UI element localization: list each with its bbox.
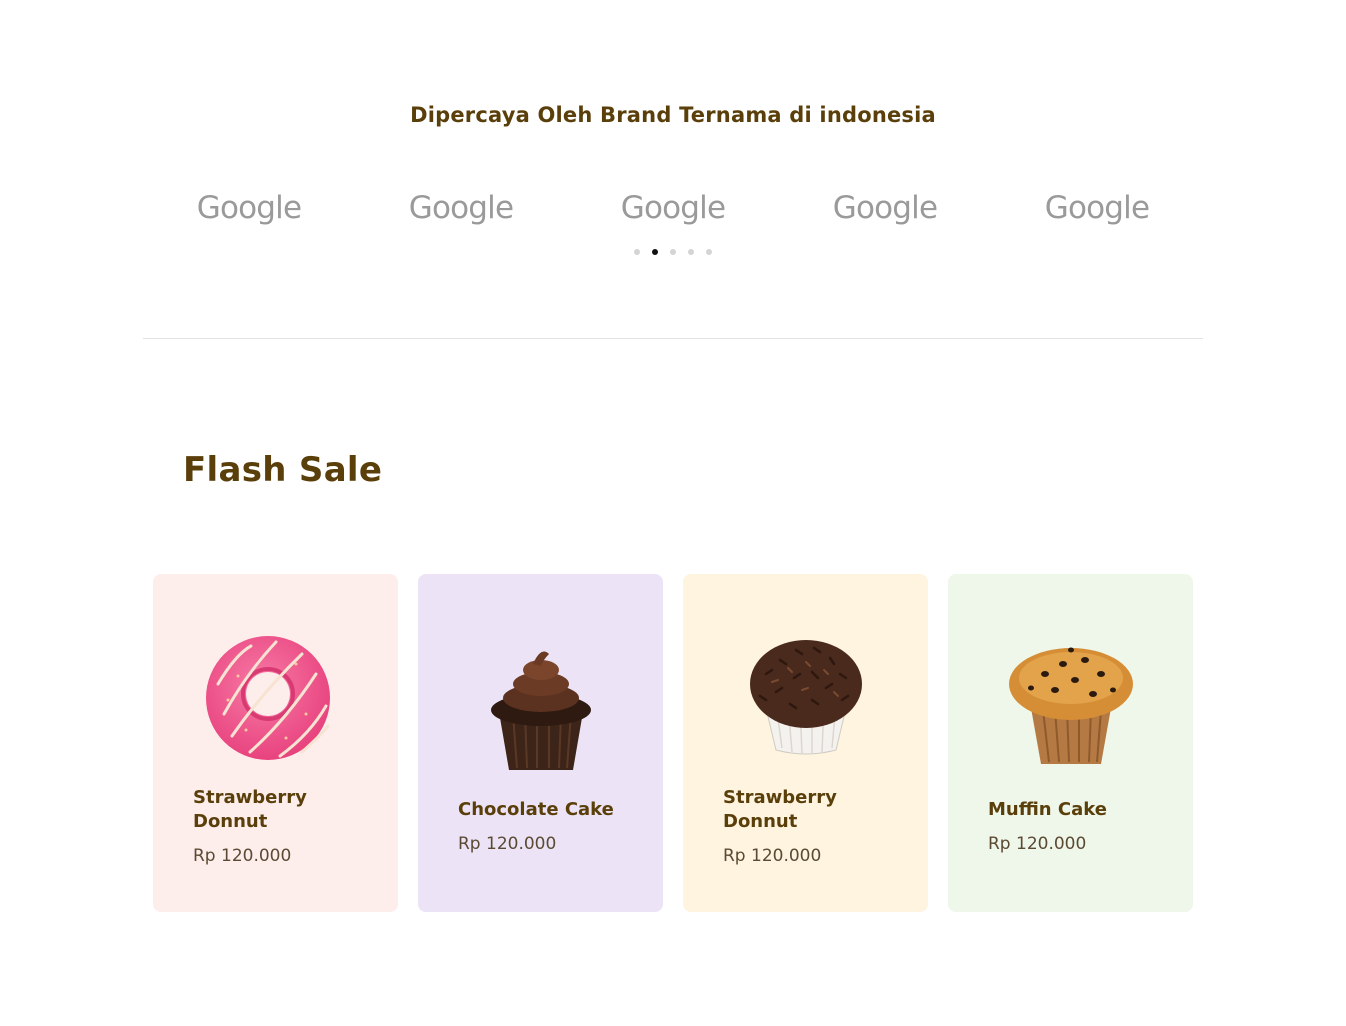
google-logo: Google [832,190,938,226]
chocolate-sprinkle-cake-image [749,640,862,755]
product-list: Strawberry Donnut Rp 120.000 Chocolate C… [153,574,1193,912]
product-name: Strawberry Donnut [723,787,837,832]
google-logo: Google [408,190,514,226]
product-card[interactable]: Chocolate Cake Rp 120.000 [418,574,663,912]
brand-logo-carousel: Google Google Google Google Google [143,186,1203,230]
product-price: Rp 120.000 [458,834,557,854]
carousel-pagination [0,249,1346,255]
product-card[interactable]: Strawberry Donnut Rp 120.000 [683,574,928,912]
product-name: Muffin Cake [988,799,1107,820]
google-logo: Google [196,190,302,226]
google-logo: Google [620,190,726,226]
product-price: Rp 120.000 [723,846,822,866]
google-logo: Google [1044,190,1150,226]
product-price: Rp 120.000 [988,834,1087,854]
pink-donut-image [205,636,330,760]
chocolate-cupcake-image [490,651,591,770]
product-price: Rp 120.000 [193,846,292,866]
muffin-image [1008,647,1133,764]
flash-sale-title: Flash Sale [183,450,383,490]
section-divider [143,338,1203,339]
carousel-dot[interactable] [634,249,640,255]
product-card[interactable]: Muffin Cake Rp 120.000 [948,574,1193,912]
carousel-dot[interactable] [688,249,694,255]
product-card[interactable]: Strawberry Donnut Rp 120.000 [153,574,398,912]
carousel-dot[interactable] [652,249,658,255]
carousel-dot[interactable] [706,249,712,255]
product-name: Chocolate Cake [458,799,614,820]
product-name: Strawberry Donnut [193,787,307,832]
trusted-brands-title: Dipercaya Oleh Brand Ternama di indonesi… [410,103,936,127]
carousel-dot[interactable] [670,249,676,255]
